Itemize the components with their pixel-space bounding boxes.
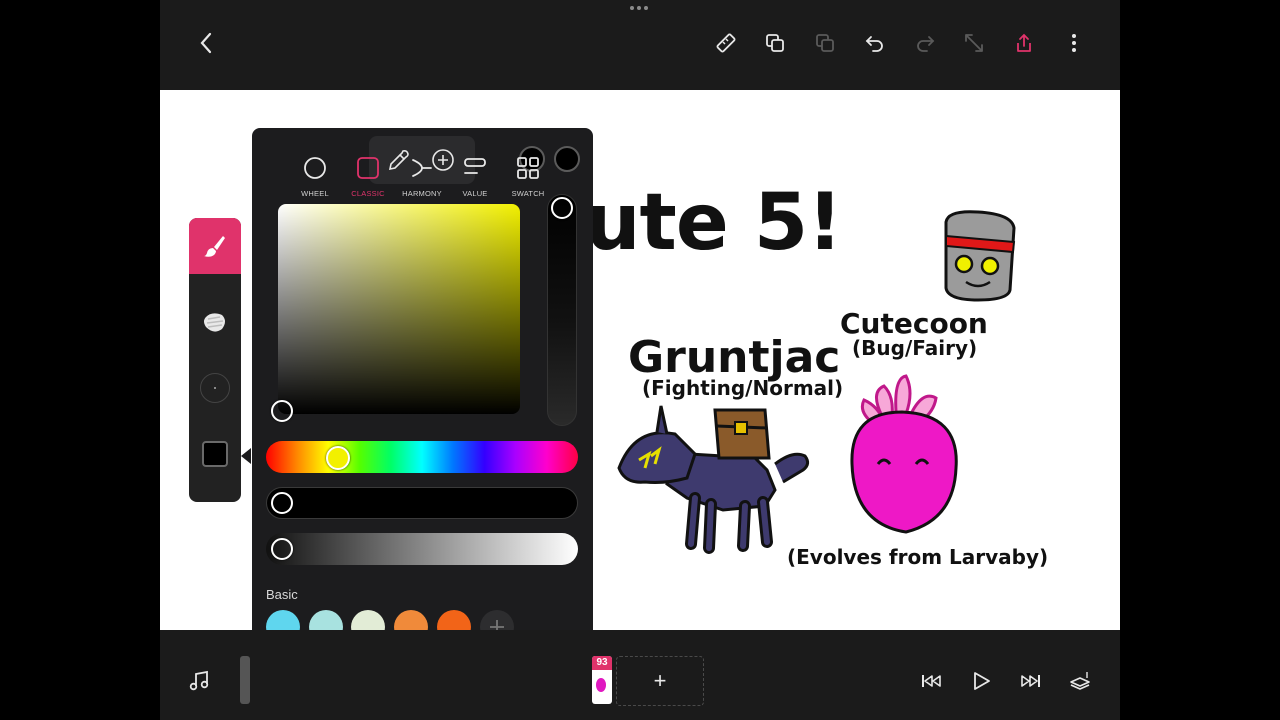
back-icon[interactable]	[191, 28, 221, 58]
first-frame-icon[interactable]	[917, 667, 945, 695]
tab-harmony[interactable]: HARMONY	[396, 156, 448, 198]
current-color-button[interactable]	[189, 434, 241, 474]
popover-arrow	[241, 448, 251, 464]
saturation-value-square[interactable]	[278, 204, 520, 414]
harmony-icon	[412, 159, 432, 177]
timeline-bar: 93 +	[160, 630, 1120, 720]
gruntjac-type: (Fighting/Normal)	[642, 376, 844, 400]
brush-preview[interactable]	[189, 302, 241, 342]
top-toolbar	[160, 0, 1120, 88]
gray-slider[interactable]	[266, 533, 578, 565]
canvas-heading: ute 5!	[585, 178, 843, 268]
ruler-icon[interactable]	[711, 28, 741, 58]
play-icon[interactable]	[967, 667, 995, 695]
sliders-icon	[464, 158, 486, 174]
cutecoon-type: (Bug/Fairy)	[852, 336, 978, 360]
square-icon	[357, 157, 379, 179]
transform-icon	[959, 28, 989, 58]
current-color-swatch[interactable]	[554, 146, 580, 172]
opacity-slider[interactable]	[547, 194, 577, 426]
last-frame-icon[interactable]	[1017, 667, 1045, 695]
tab-classic[interactable]: CLASSIC	[342, 156, 394, 198]
tab-swatch-label: SWATCH	[511, 189, 545, 198]
gray-knob[interactable]	[271, 538, 293, 560]
more-icon[interactable]	[1059, 28, 1089, 58]
tab-wheel[interactable]: WHEEL	[289, 156, 341, 198]
tab-classic-label: CLASSIC	[351, 189, 385, 198]
add-frame-button[interactable]: +	[616, 656, 704, 706]
basic-label: Basic	[266, 587, 298, 602]
cutecoon-drawing	[944, 210, 1016, 302]
layers-icon[interactable]	[1066, 667, 1094, 695]
hue-knob[interactable]	[326, 446, 350, 470]
circle-icon	[304, 157, 326, 179]
tool-panel	[189, 218, 241, 502]
gruntjac-drawing	[617, 405, 810, 554]
larvaby-drawing	[850, 374, 958, 534]
tab-value-label: VALUE	[462, 189, 488, 198]
copy-icon	[810, 28, 840, 58]
hue-slider[interactable]	[266, 441, 578, 473]
frame-preview	[596, 678, 606, 692]
duplicate-icon[interactable]	[760, 28, 790, 58]
app-window: ute 5! Gruntjac (Fighting/Normal) Cuteco…	[160, 0, 1120, 720]
larvaby-note: (Evolves from Larvaby)	[787, 545, 1049, 569]
tab-wheel-label: WHEEL	[301, 189, 329, 198]
brush-tool-button[interactable]	[189, 218, 241, 274]
grid-icon	[517, 157, 539, 179]
tab-swatch[interactable]: SWATCH	[502, 156, 554, 198]
opacity-knob[interactable]	[551, 197, 573, 219]
value-knob[interactable]	[271, 492, 293, 514]
brush-icon	[204, 236, 225, 257]
frame-thumbnail[interactable]: 93	[592, 656, 612, 704]
value-slider[interactable]	[266, 487, 578, 519]
frame-number: 93	[592, 656, 612, 670]
share-icon[interactable]	[1009, 28, 1039, 58]
music-icon[interactable]	[185, 667, 213, 695]
frame-thumbnail-left[interactable]	[240, 656, 250, 704]
smudge-icon	[204, 313, 225, 332]
tab-value[interactable]: VALUE	[449, 156, 501, 198]
undo-icon[interactable]	[860, 28, 890, 58]
sv-knob[interactable]	[271, 400, 293, 422]
redo-icon	[910, 28, 940, 58]
brush-size-control[interactable]	[189, 368, 241, 408]
tab-harmony-label: HARMONY	[402, 189, 442, 198]
